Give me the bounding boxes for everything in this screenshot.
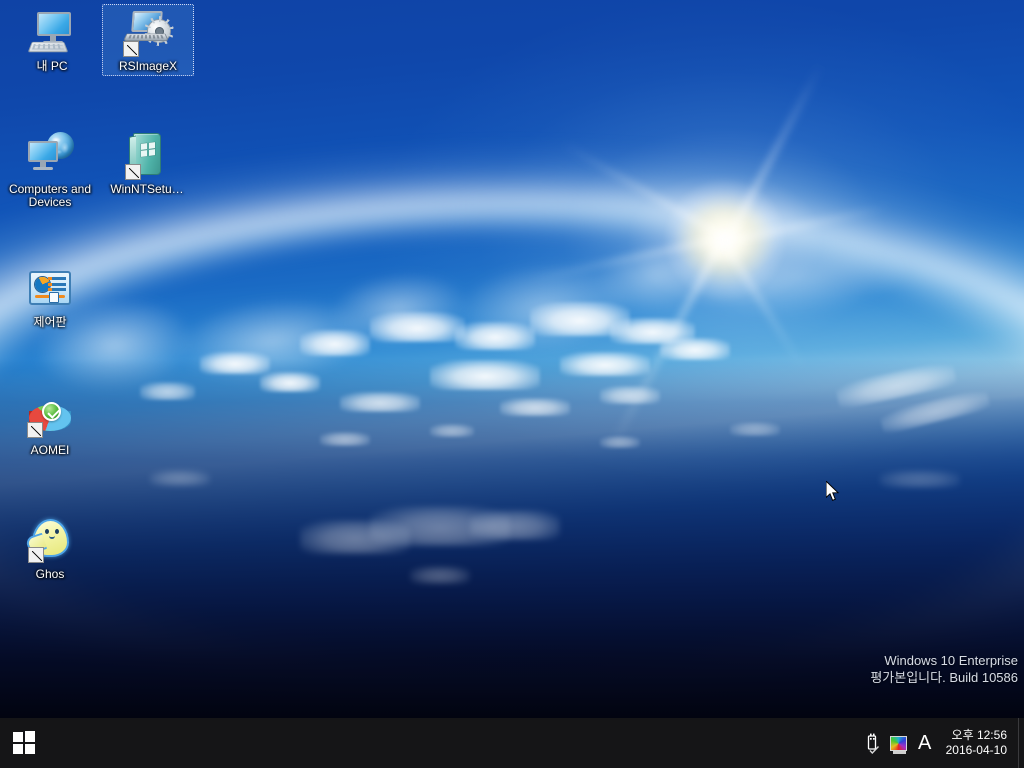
- evaluation-watermark: Windows 10 Enterprise 평가본입니다. Build 1058…: [870, 652, 1018, 686]
- control-panel-icon: [26, 264, 74, 312]
- desktop-icon-label: 내 PC: [36, 59, 68, 73]
- taskbar-clock[interactable]: 오후 12:56 2016-04-10: [938, 718, 1018, 768]
- monitor-keyboard-icon: [27, 8, 76, 56]
- desktop-icon-label: 제어판: [33, 315, 67, 329]
- system-tray[interactable]: A 오후 12:56 2016-04-10: [860, 718, 1024, 768]
- show-desktop-button[interactable]: [1018, 718, 1024, 768]
- desktop-icon-rsimagex[interactable]: RSImageX: [102, 4, 194, 76]
- monitor-globe-icon: [26, 131, 74, 179]
- desktop-icon-control-panel[interactable]: 제어판: [7, 264, 93, 329]
- start-button[interactable]: [0, 718, 48, 768]
- color-display-icon[interactable]: [886, 718, 912, 768]
- desktop-icon-my-pc[interactable]: 내 PC: [9, 8, 95, 73]
- desktop-icon-winntsetup[interactable]: WinNTSetu…: [104, 131, 190, 196]
- shortcut-arrow-icon: [27, 422, 43, 438]
- laptop-gear-icon: [123, 8, 172, 57]
- desktop-icon-label: Ghos: [35, 567, 65, 581]
- taskbar[interactable]: A 오후 12:56 2016-04-10: [0, 718, 1024, 768]
- clock-time: 오후 12:56: [951, 728, 1007, 742]
- desktop-icon-computers-and-devices[interactable]: Computers and Devices: [7, 131, 93, 209]
- ime-indicator-label: A: [917, 732, 932, 754]
- ime-indicator[interactable]: A: [912, 718, 938, 768]
- desktop-icon-label: WinNTSetu…: [110, 182, 184, 196]
- ghost-icon: [26, 516, 74, 564]
- partition-disc-icon: [26, 392, 74, 440]
- desktop-icon-label: AOMEI: [30, 443, 70, 457]
- shortcut-arrow-icon: [123, 41, 139, 57]
- watermark-line-1: Windows 10 Enterprise: [884, 653, 1018, 668]
- watermark-line-2: 평가본입니다. Build 10586: [870, 670, 1018, 685]
- clock-date: 2016-04-10: [945, 743, 1007, 757]
- shortcut-arrow-icon: [28, 547, 44, 563]
- desktop-icon-label: RSImageX: [103, 60, 193, 73]
- desktop-icon-label: Computers and Devices: [8, 182, 92, 209]
- usb-eject-icon[interactable]: [860, 718, 886, 768]
- desktop-icon-aomei[interactable]: AOMEI: [7, 392, 93, 457]
- teal-book-icon: [123, 131, 171, 180]
- windows-logo-icon: [13, 731, 35, 755]
- desktop-icon-ghost[interactable]: Ghos: [7, 516, 93, 581]
- shortcut-arrow-icon: [125, 164, 141, 180]
- desktop-wallpaper[interactable]: 내 PC RSImageX Computers and Devices WinN…: [0, 0, 1024, 718]
- sun-core: [665, 180, 785, 300]
